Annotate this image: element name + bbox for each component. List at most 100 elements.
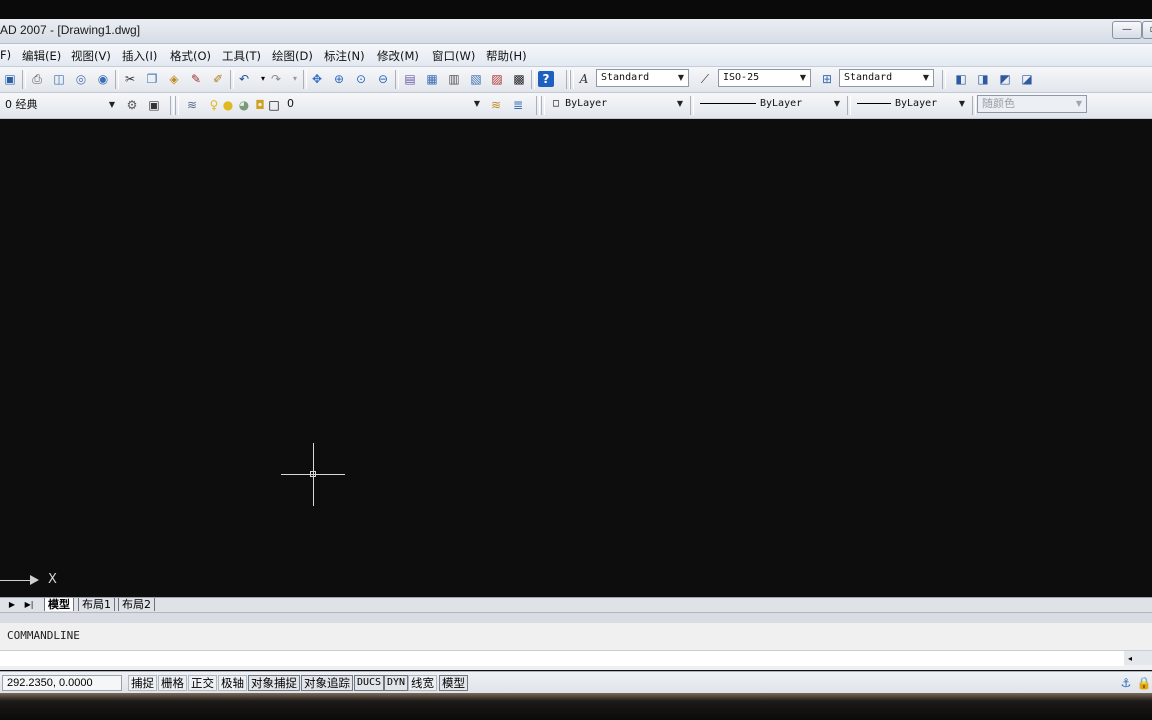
tab-layout1[interactable]: 布局1	[78, 598, 115, 611]
chevron-down-icon[interactable]: ▼	[1072, 96, 1086, 112]
copy-icon[interactable]: ❐	[144, 71, 160, 87]
table-style-icon[interactable]: ⊞	[819, 71, 835, 87]
menu-insert[interactable]: 插入(I)	[122, 48, 157, 64]
status-polar-button[interactable]: 极轴	[218, 675, 247, 691]
publish-icon[interactable]: ◎	[73, 71, 89, 87]
plotstyle-combo[interactable]: 随颜色 ▼	[977, 95, 1087, 113]
chevron-down-icon[interactable]: ▼	[919, 70, 933, 86]
status-snap-button[interactable]: 捕捉	[128, 675, 157, 691]
sheet-set-icon[interactable]: ▧	[468, 71, 484, 87]
status-osnap-button[interactable]: 对象捕捉	[248, 675, 300, 691]
status-ducs-button[interactable]: DUCS	[354, 675, 385, 691]
title-bar[interactable]: AD 2007 - [Drawing1.dwg] — ▫	[0, 19, 1152, 44]
toolbar-grip[interactable]	[541, 96, 545, 115]
chevron-down-icon[interactable]: ▼	[470, 96, 484, 112]
drawing-area[interactable]	[0, 119, 1152, 597]
communication-center-icon[interactable]: ⚓	[1118, 675, 1134, 691]
chevron-down-icon[interactable]: ▼	[955, 96, 969, 112]
status-otrack-button[interactable]: 对象追踪	[301, 675, 353, 691]
bring-to-front-icon[interactable]: ◧	[953, 71, 969, 87]
menu-edit[interactable]: 编辑(E)	[22, 48, 61, 64]
layer-previous-icon[interactable]: ≣	[510, 97, 526, 113]
layer-manager-icon[interactable]: ≋	[184, 97, 200, 113]
make-object-layer-current-icon[interactable]: ≋	[488, 97, 504, 113]
linetype-value: ByLayer	[760, 98, 803, 109]
help-icon[interactable]: ?	[538, 71, 554, 87]
dim-style-combo[interactable]: ISO-25 ▼	[718, 69, 811, 87]
status-model-button[interactable]: 模型	[439, 675, 468, 691]
status-dyn-button[interactable]: DYN	[384, 675, 409, 691]
toolbar-separator	[847, 96, 851, 115]
calculator-icon[interactable]: ▩	[511, 71, 527, 87]
status-lineweight-button[interactable]: 线宽	[408, 675, 437, 691]
redo-dropdown-icon[interactable]: ▾	[287, 71, 303, 87]
tool-palettes-icon[interactable]: ▥	[446, 71, 462, 87]
toolbar-lock-icon[interactable]: 🔒	[1136, 675, 1152, 691]
toolbar-grip[interactable]	[175, 96, 179, 115]
tab-next-icon[interactable]: ▶	[5, 599, 19, 611]
zoom-window-icon[interactable]: ⊙	[353, 71, 369, 87]
menu-tools[interactable]: 工具(T)	[222, 48, 261, 64]
color-combo[interactable]: □ ByLayer ▼	[548, 95, 688, 113]
tab-layout2[interactable]: 布局2	[118, 598, 155, 611]
bring-above-icon[interactable]: ◩	[997, 71, 1013, 87]
text-style-icon[interactable]: A	[576, 71, 592, 87]
command-scroll-left-icon[interactable]: ◂	[1124, 650, 1152, 665]
send-to-back-icon[interactable]: ◨	[975, 71, 991, 87]
layer-combo[interactable]: 0 ▼	[282, 95, 485, 113]
layer-vp-freeze-icon[interactable]: ◕	[236, 97, 252, 113]
menu-window[interactable]: 窗口(W)	[432, 48, 475, 64]
chevron-down-icon[interactable]: ▼	[796, 70, 810, 86]
cut-icon[interactable]: ✂	[122, 71, 138, 87]
linetype-combo[interactable]: ByLayer ▼	[695, 95, 845, 113]
restore-button[interactable]: ▫	[1142, 21, 1152, 39]
zoom-previous-icon[interactable]: ⊖	[375, 71, 391, 87]
block-editor-icon[interactable]: ✐	[210, 71, 226, 87]
menu-view[interactable]: 视图(V)	[71, 48, 111, 64]
lineweight-combo[interactable]: ByLayer ▼	[852, 95, 970, 113]
crosshair-pickbox	[310, 471, 316, 477]
undo-icon[interactable]: ↶	[236, 71, 252, 87]
toolbar-grip[interactable]	[570, 70, 574, 89]
print-icon[interactable]: ⎙	[29, 71, 45, 87]
layer-color-swatch-icon: □	[268, 98, 280, 112]
layer-thaw-icon[interactable]: ●	[220, 97, 236, 113]
text-style-combo[interactable]: Standard ▼	[596, 69, 689, 87]
chevron-down-icon[interactable]: ▼	[830, 96, 844, 112]
chevron-down-icon[interactable]: ▼	[674, 70, 688, 86]
zoom-realtime-icon[interactable]: ⊕	[331, 71, 347, 87]
workspace-combo[interactable]: 0 经典 ▼	[0, 96, 120, 114]
minimize-button[interactable]: —	[1112, 21, 1142, 39]
redo-icon[interactable]: ↷	[268, 71, 284, 87]
plot-preview-icon[interactable]: ◫	[51, 71, 67, 87]
save-workspace-icon[interactable]: ▣	[146, 97, 162, 113]
table-style-combo[interactable]: Standard ▼	[839, 69, 934, 87]
coordinate-readout[interactable]: 292.2350, 0.0000	[2, 675, 122, 691]
menu-draw[interactable]: 绘图(D)	[272, 48, 313, 64]
pan-icon[interactable]: ✥	[309, 71, 325, 87]
menu-help[interactable]: 帮助(H)	[486, 48, 527, 64]
tab-model[interactable]: 模型	[44, 598, 74, 611]
design-center-icon[interactable]: ▦	[424, 71, 440, 87]
send-under-icon[interactable]: ◪	[1019, 71, 1035, 87]
menu-file[interactable]: F)	[0, 48, 11, 62]
menu-dimension[interactable]: 标注(N)	[324, 48, 365, 64]
command-input[interactable]	[0, 650, 1124, 666]
menu-modify[interactable]: 修改(M)	[377, 48, 419, 64]
chevron-down-icon[interactable]: ▼	[105, 97, 119, 113]
chevron-down-icon[interactable]: ▼	[673, 96, 687, 112]
3d-dwf-icon[interactable]: ◉	[95, 71, 111, 87]
workspace-settings-icon[interactable]: ⚙	[124, 97, 140, 113]
status-grid-button[interactable]: 栅格	[158, 675, 187, 691]
properties-icon[interactable]: ▤	[402, 71, 418, 87]
match-properties-icon[interactable]: ✎	[188, 71, 204, 87]
top-black-strip	[0, 0, 1152, 19]
menu-format[interactable]: 格式(O)	[170, 48, 211, 64]
command-history-text: COMMANDLINE	[7, 629, 80, 642]
dim-style-icon[interactable]: ⟋	[697, 71, 713, 87]
markup-icon[interactable]: ▨	[489, 71, 505, 87]
status-ortho-button[interactable]: 正交	[188, 675, 217, 691]
tab-last-icon[interactable]: ▶|	[22, 599, 36, 611]
paste-icon[interactable]: ◈	[166, 71, 182, 87]
save-icon[interactable]: ▣	[2, 71, 18, 87]
